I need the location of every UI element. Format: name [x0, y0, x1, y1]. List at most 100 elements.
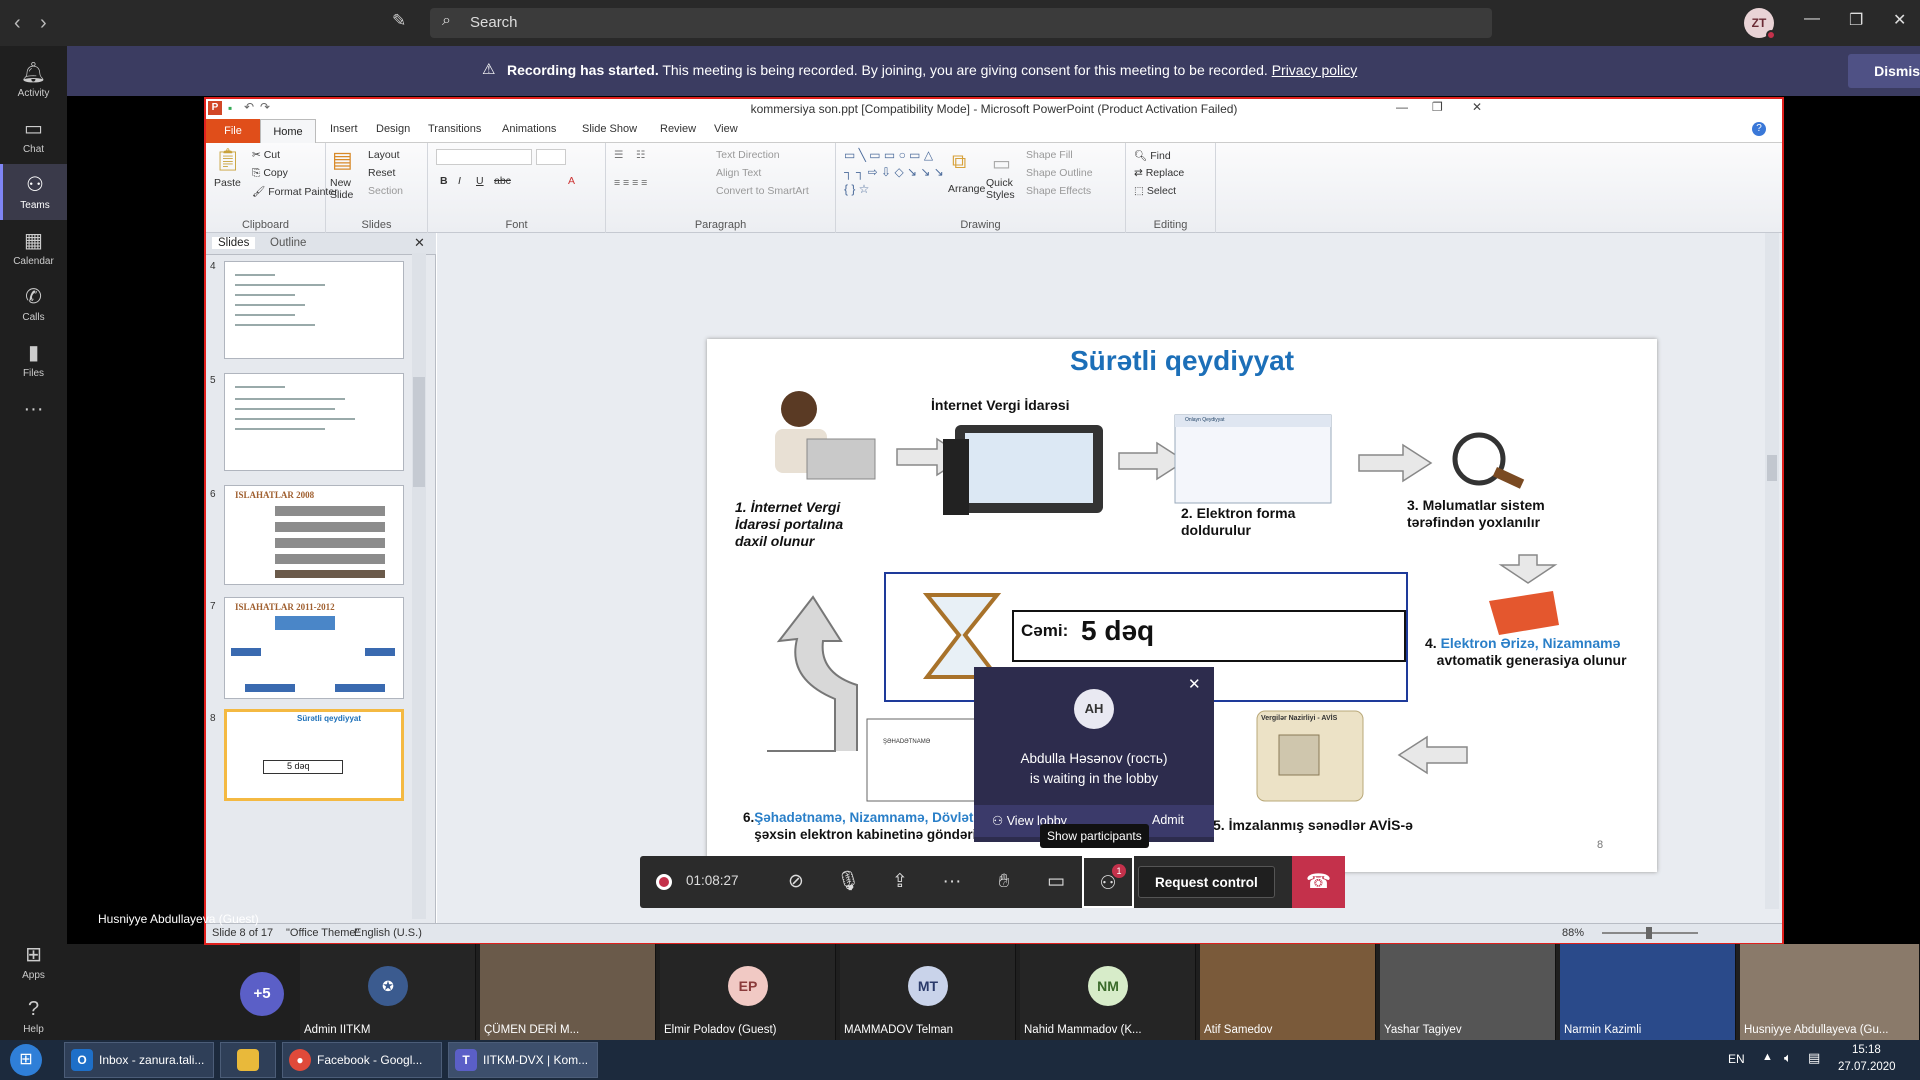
- show-participants-button[interactable]: ⚇ 1: [1082, 856, 1134, 908]
- redo-icon[interactable]: ↷: [260, 100, 270, 114]
- align-left-icon[interactable]: ≡ ≡ ≡ ≡: [614, 177, 647, 189]
- ppt-close-icon[interactable]: ✕: [1472, 100, 1482, 114]
- taskbar-outlook[interactable]: O Inbox - zanura.tali...: [64, 1042, 214, 1078]
- back-icon[interactable]: ‹: [14, 12, 21, 35]
- slide-thumbnail-7[interactable]: ISLAHATLAR 2011-2012: [224, 597, 404, 699]
- zoom-slider[interactable]: [1602, 927, 1698, 939]
- select-button[interactable]: ⬚ Select: [1134, 185, 1176, 197]
- ppt-restore-icon[interactable]: ❐: [1432, 100, 1443, 114]
- font-size-select[interactable]: [536, 149, 566, 165]
- request-control-button[interactable]: Request control: [1138, 866, 1275, 898]
- shape-effects-button[interactable]: Shape Effects: [1026, 185, 1091, 197]
- search-input[interactable]: ⌕ Search: [430, 8, 1492, 38]
- ppt-minimize-icon[interactable]: —: [1396, 100, 1408, 114]
- raise-hand-icon[interactable]: ✋︎: [978, 856, 1030, 908]
- pane-close-icon[interactable]: ✕: [414, 235, 425, 251]
- undo-icon[interactable]: ↶: [244, 100, 254, 114]
- save-icon[interactable]: ▪: [228, 101, 232, 115]
- volume-icon[interactable]: 🔈︎: [1784, 1050, 1792, 1066]
- camera-off-icon[interactable]: ⊘: [770, 856, 822, 908]
- strikethrough-button[interactable]: abc: [494, 175, 511, 187]
- cut-button[interactable]: ✂ Cut: [252, 149, 280, 161]
- rail-chat[interactable]: ▭ Chat: [0, 108, 67, 164]
- tab-animations[interactable]: Animations: [502, 123, 556, 135]
- start-button[interactable]: ⊞: [10, 1044, 42, 1076]
- layout-button[interactable]: Layout: [368, 149, 400, 161]
- quick-styles-button[interactable]: Quick Styles: [986, 177, 1020, 201]
- reset-button[interactable]: Reset: [368, 167, 395, 179]
- hang-up-button[interactable]: ☎: [1292, 856, 1345, 908]
- tab-file[interactable]: File: [206, 119, 260, 143]
- restore-icon[interactable]: ❐: [1849, 10, 1863, 30]
- more-participants-button[interactable]: +5: [240, 972, 284, 1016]
- rail-more[interactable]: ···: [0, 390, 67, 446]
- avatar[interactable]: ZT: [1744, 8, 1776, 40]
- editor-scrollbar[interactable]: [1765, 233, 1779, 909]
- rail-teams[interactable]: ⚇ Teams: [0, 164, 67, 220]
- copy-button[interactable]: ⎘ Copy: [252, 167, 288, 180]
- close-icon[interactable]: ✕: [1188, 675, 1201, 693]
- zoom-slider-thumb[interactable]: [1646, 927, 1652, 939]
- editor-scroll-thumb[interactable]: [1767, 455, 1777, 481]
- forward-icon[interactable]: ›: [40, 12, 47, 35]
- slide-thumbnail-4[interactable]: [224, 261, 404, 359]
- rail-activity[interactable]: 🔔︎ Activity: [0, 52, 67, 108]
- participant-tile[interactable]: Narmin Kazimli: [1560, 944, 1736, 1040]
- tab-slides[interactable]: Slides: [212, 237, 256, 249]
- tab-view[interactable]: View: [714, 123, 738, 135]
- privacy-policy-link[interactable]: Privacy policy: [1272, 62, 1358, 78]
- bold-button[interactable]: B: [440, 175, 448, 187]
- language-indicator[interactable]: EN: [1728, 1052, 1745, 1066]
- tray-arrow-icon[interactable]: ▲: [1762, 1051, 1773, 1063]
- format-painter-button[interactable]: 🖌︎ Format Painter: [252, 185, 338, 198]
- participant-tile[interactable]: Husniyye Abdullayeva (Gu...: [1740, 944, 1920, 1040]
- tab-slideshow[interactable]: Slide Show: [582, 123, 637, 135]
- section-button[interactable]: Section: [368, 185, 403, 197]
- clock-time[interactable]: 15:18: [1852, 1044, 1881, 1056]
- close-icon[interactable]: ✕: [1893, 10, 1906, 30]
- participant-tile[interactable]: ✪ Admin IITKM: [300, 944, 476, 1040]
- rail-calendar[interactable]: ▦ Calendar: [0, 220, 67, 276]
- taskbar-explorer[interactable]: [220, 1042, 276, 1078]
- participant-tile[interactable]: EP Elmir Poladov (Guest): [660, 944, 836, 1040]
- tab-review[interactable]: Review: [660, 123, 696, 135]
- tab-outline[interactable]: Outline: [270, 237, 306, 249]
- clock-date[interactable]: 27.07.2020: [1838, 1061, 1896, 1073]
- text-direction-button[interactable]: Text Direction: [716, 149, 780, 161]
- align-text-button[interactable]: Align Text: [716, 167, 761, 179]
- network-icon[interactable]: ▤: [1808, 1050, 1820, 1066]
- paste-button[interactable]: Paste: [214, 177, 241, 189]
- minimize-icon[interactable]: —: [1804, 10, 1820, 28]
- participant-tile[interactable]: Yashar Tagiyev: [1380, 944, 1556, 1040]
- admit-button[interactable]: Admit: [1152, 813, 1184, 827]
- numbering-icon[interactable]: ☷: [636, 149, 645, 161]
- font-family-select[interactable]: [436, 149, 532, 165]
- tab-insert[interactable]: Insert: [330, 123, 358, 135]
- dismiss-button[interactable]: Dismiss: [1848, 54, 1920, 88]
- participant-tile[interactable]: Atif Samedov: [1200, 944, 1376, 1040]
- shapes-gallery[interactable]: ▭ ╲ ▭ ▭ ○ ▭ △ ┐ ┐ ⇨ ⇩ ◇ ↘ ↘ ↘ { } ☆: [844, 147, 944, 198]
- bullets-icon[interactable]: ☰: [614, 149, 623, 161]
- tab-transitions[interactable]: Transitions: [428, 123, 481, 135]
- slide-thumbnail-5[interactable]: [224, 373, 404, 471]
- rail-help[interactable]: ? Help: [0, 990, 67, 1046]
- slide-thumbnail-8[interactable]: Sürətli qeydiyyat 5 dəq: [224, 709, 404, 801]
- italic-button[interactable]: I: [458, 175, 461, 187]
- taskbar-teams[interactable]: T IITKM-DVX | Kom...: [448, 1042, 598, 1078]
- rail-apps[interactable]: ⊞ Apps: [0, 934, 67, 990]
- ppt-help-icon[interactable]: ?: [1752, 122, 1766, 136]
- participant-tile[interactable]: MT MAMMADOV Telman: [840, 944, 1016, 1040]
- rail-calls[interactable]: ✆ Calls: [0, 276, 67, 332]
- underline-button[interactable]: U: [476, 175, 484, 187]
- shape-outline-button[interactable]: Shape Outline: [1026, 167, 1093, 179]
- replace-button[interactable]: ⇄ Replace: [1134, 167, 1184, 179]
- slide-thumbnail-6[interactable]: ISLAHATLAR 2008: [224, 485, 404, 585]
- arrange-button[interactable]: Arrange: [948, 183, 985, 195]
- participant-tile[interactable]: ÇÜMEN DERİ M...: [480, 944, 656, 1040]
- pane-scrollbar[interactable]: [412, 253, 426, 919]
- taskbar-chrome[interactable]: ● Facebook - Googl...: [282, 1042, 442, 1078]
- new-slide-button[interactable]: New Slide: [330, 177, 360, 201]
- share-screen-icon[interactable]: ⇪: [874, 856, 926, 908]
- find-button[interactable]: 🔍︎ Find: [1134, 149, 1171, 162]
- font-color-button[interactable]: A: [568, 175, 575, 187]
